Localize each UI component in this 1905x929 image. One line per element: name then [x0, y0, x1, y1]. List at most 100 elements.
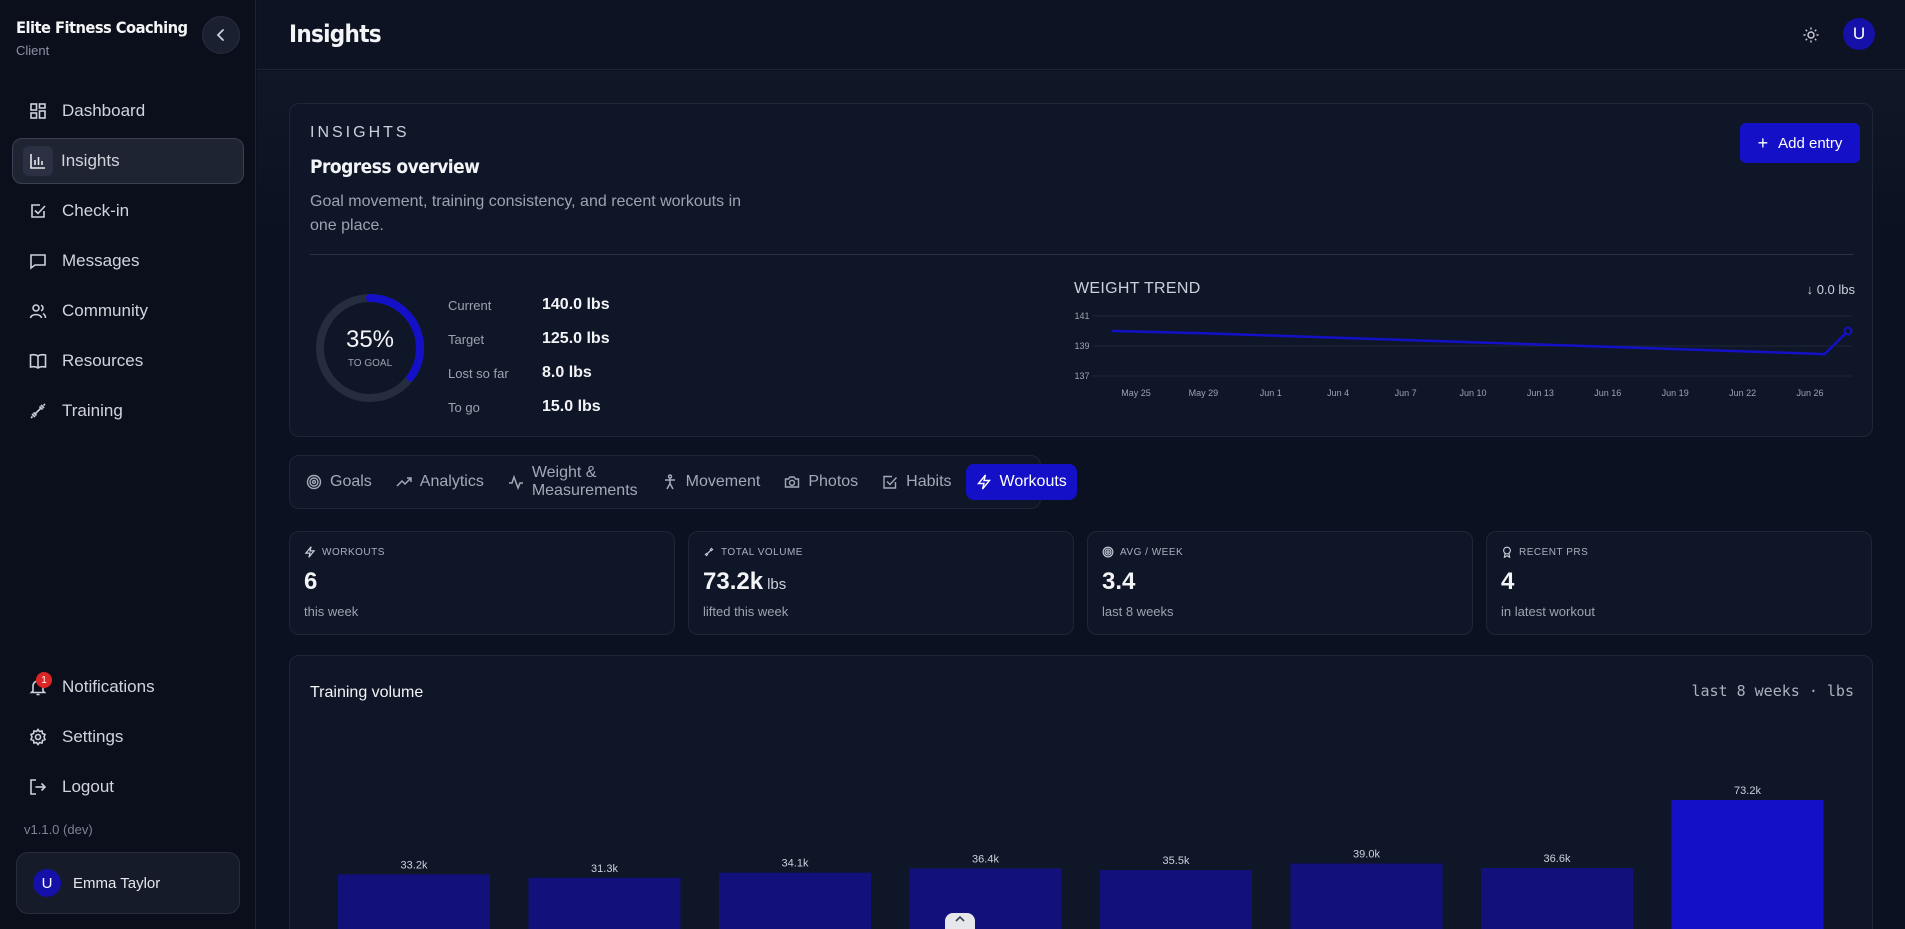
- plus-icon: +: [1757, 132, 1769, 153]
- weight-trend-line: [1111, 329, 1849, 356]
- user-card[interactable]: U Emma Taylor: [16, 852, 240, 914]
- kpi-number: 3.4: [1102, 568, 1136, 595]
- tab-photos[interactable]: Photos: [774, 464, 868, 500]
- stat-to-go: To go 15.0 lbs: [448, 390, 610, 424]
- stat-value: 8.0 lbs: [542, 364, 592, 381]
- volume-data-label: 36.6k: [1544, 853, 1571, 865]
- kpi-subtitle: this week: [304, 604, 359, 619]
- kpi-number: 73.2k: [703, 568, 764, 595]
- kpi-avg-week-card: AVG / WEEK 3.4 last 8 weeks: [1087, 531, 1473, 635]
- volume-data-label: 34.1k: [782, 858, 809, 870]
- tab-weight-measurements[interactable]: Weight & Measurements: [498, 464, 648, 500]
- sidebar-item-label: Logout: [62, 777, 114, 796]
- lightning-icon: [976, 474, 992, 490]
- trend-y-tick: 137: [1074, 371, 1089, 381]
- sidebar-item-messages[interactable]: Messages: [12, 238, 244, 284]
- user-avatar-button[interactable]: U: [1843, 18, 1875, 50]
- sidebar-item-insights[interactable]: Insights: [12, 138, 244, 184]
- trend-x-tick: Jun 22: [1729, 388, 1756, 398]
- weight-trend-point: [1843, 326, 1853, 336]
- sidebar-item-label: Notifications: [62, 677, 155, 696]
- user-name: Emma Taylor: [73, 874, 161, 892]
- tab-habits[interactable]: Habits: [872, 464, 961, 500]
- sidebar-item-logout[interactable]: Logout: [12, 764, 244, 810]
- dashboard-icon: [28, 101, 48, 121]
- sidebar-nav: Dashboard Insights Check-in Messages Com…: [12, 88, 244, 438]
- sidebar-item-dashboard[interactable]: Dashboard: [12, 88, 244, 134]
- volume-data-label: 39.0k: [1353, 849, 1380, 861]
- volume-bar[interactable]: [1290, 863, 1443, 929]
- gear-icon: [28, 727, 48, 747]
- tab-label: Goals: [330, 473, 372, 490]
- weight-trend-chart: 141 139 137 May 25 May 29 Jun 1 Jun 4 Jun 7 Jun …: [1074, 311, 1853, 398]
- kpi-subtitle: in latest workout: [1501, 604, 1595, 619]
- sidebar: Elite Fitness Coaching Client Dashboard …: [0, 0, 256, 929]
- sidebar-item-label: Dashboard: [62, 101, 146, 120]
- volume-bar[interactable]: [1481, 868, 1633, 929]
- kpi-subtitle: last 8 weeks: [1102, 604, 1174, 619]
- collapse-sidebar-button[interactable]: [202, 16, 240, 54]
- volume-data-label: 33.2k: [401, 859, 428, 871]
- kpi-value: 4: [1501, 568, 1518, 596]
- volume-data-label: 36.4k: [972, 853, 999, 865]
- volume-data-label: 35.5k: [1163, 855, 1190, 867]
- person-icon: [662, 474, 678, 490]
- dumbbell-icon: [28, 401, 48, 421]
- volume-data-label: 31.3k: [591, 863, 618, 875]
- stat-target: Target 125.0 lbs: [448, 322, 610, 356]
- kpi-label-text: WORKOUTS: [322, 546, 385, 558]
- volume-bar[interactable]: [528, 877, 681, 929]
- target-icon: [1102, 546, 1114, 558]
- theme-toggle-button[interactable]: [1800, 24, 1822, 46]
- tab-goals[interactable]: Goals: [296, 464, 382, 500]
- trend-x-tick: Jun 16: [1594, 388, 1621, 398]
- kpi-unit: lbs: [767, 576, 787, 593]
- training-volume-chart: 33.2kW131.3kW234.1kW336.4kW435.5kW539.0k…: [338, 785, 1824, 929]
- kpi-label-text: AVG / WEEK: [1120, 546, 1184, 558]
- message-icon: [28, 251, 48, 271]
- progress-overview-card: INSIGHTS Progress overview Goal movement…: [289, 103, 1873, 437]
- dumbbell-icon: [703, 546, 715, 558]
- training-volume-card: Training volume last 8 weeks · lbs 33.2k…: [289, 655, 1873, 929]
- add-entry-button[interactable]: + Add entry: [1740, 123, 1860, 163]
- sidebar-item-training[interactable]: Training: [12, 388, 244, 434]
- trend-x-tick: Jun 7: [1395, 388, 1417, 398]
- avatar: U: [33, 869, 61, 897]
- volume-bar[interactable]: [1671, 800, 1824, 929]
- trend-x-tick: Jun 13: [1527, 388, 1554, 398]
- trend-x-tick: Jun 4: [1327, 388, 1349, 398]
- sidebar-item-check-in[interactable]: Check-in: [12, 188, 244, 234]
- scroll-up-button[interactable]: [945, 913, 975, 929]
- volume-bar[interactable]: [719, 872, 871, 929]
- trend-x-tick: May 25: [1121, 388, 1151, 398]
- tab-analytics[interactable]: Analytics: [386, 464, 494, 500]
- bar-chart-icon: [23, 146, 53, 176]
- insights-tabs: Goals Analytics Weight & Measurements Mo…: [289, 455, 1077, 509]
- app-name: Elite Fitness Coaching: [16, 18, 188, 37]
- goal-percent: 35%: [345, 326, 395, 353]
- volume-data-label: 73.2k: [1734, 785, 1761, 797]
- tab-movement[interactable]: Movement: [652, 464, 771, 500]
- volume-bar[interactable]: [338, 874, 490, 929]
- lightning-icon: [304, 546, 316, 558]
- trend-y-tick: 139: [1074, 341, 1089, 351]
- section-eyebrow: INSIGHTS: [310, 124, 410, 141]
- kpi-label: TOTAL VOLUME: [703, 546, 803, 558]
- sidebar-item-settings[interactable]: Settings: [12, 714, 244, 760]
- tab-label: Analytics: [419, 473, 484, 490]
- sidebar-item-label: Settings: [62, 727, 124, 746]
- camera-icon: [784, 474, 800, 490]
- chevron-left-icon: [216, 29, 224, 41]
- trend-x-tick: Jun 10: [1459, 388, 1486, 398]
- trend-y-tick: 141: [1074, 311, 1089, 321]
- book-icon: [28, 351, 48, 371]
- volume-bar[interactable]: [1100, 870, 1252, 929]
- sidebar-item-resources[interactable]: Resources: [12, 338, 244, 384]
- tab-workouts[interactable]: Workouts: [965, 464, 1077, 500]
- award-icon: [1501, 546, 1513, 558]
- sidebar-item-community[interactable]: Community: [12, 288, 244, 334]
- target-icon: [306, 474, 322, 490]
- training-volume-note: last 8 weeks · lbs: [1691, 682, 1854, 700]
- kpi-value: 73.2k lbs: [703, 568, 786, 596]
- volume-bar[interactable]: [909, 868, 1062, 929]
